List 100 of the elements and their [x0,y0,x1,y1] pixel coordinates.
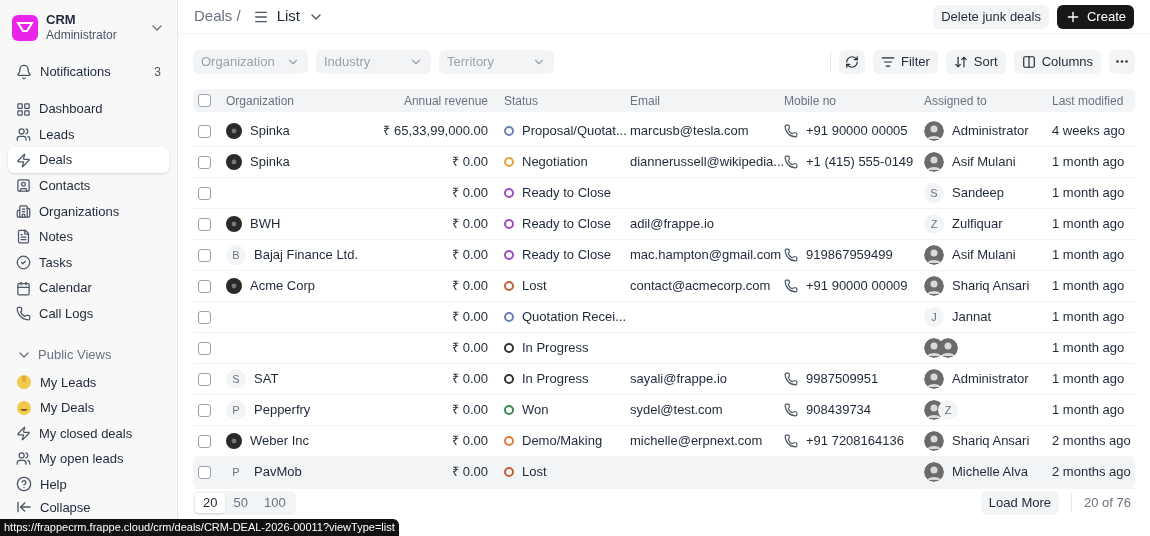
table-cell-text: Lost [522,463,547,482]
delete-junk-button[interactable]: Delete junk deals [933,4,1049,29]
page-size-option[interactable]: 100 [255,492,294,513]
checkbox[interactable] [198,434,211,448]
users-icon [16,127,31,143]
smiley-emoji-icon [16,399,32,416]
table-cell-text: Jannat [952,308,992,327]
toolbar-button[interactable]: Sort [945,49,1006,74]
table-cell-text: ₹ 0.00 [451,463,489,482]
sidebar-item[interactable]: Organizations [8,198,169,225]
checkbox[interactable] [198,279,211,293]
sidebar-item[interactable]: Calendar [8,275,169,301]
table-cell-text: Pepperfry [254,401,311,420]
refresh-button[interactable] [838,49,865,74]
checkbox[interactable] [198,248,211,262]
organization-avatar: B [226,245,246,265]
checkbox[interactable] [198,372,211,386]
checkbox[interactable] [198,217,211,231]
table-row[interactable]: BWH ₹ 0.00 Ready to Close adil@frappe.io Z Zulfiquar 1 month ago [193,209,1135,240]
toolbar-button[interactable]: Columns [1013,49,1101,74]
more-button[interactable] [1109,49,1135,74]
avatar-icon [924,462,944,482]
sidebar-item[interactable]: Dashboard [8,96,169,122]
table-cell-text: Bajaj Finance Ltd. [254,246,359,265]
create-button[interactable]: Create [1056,4,1134,29]
nav-label: Contacts [39,177,91,196]
table-cell-text: In Progress [522,370,589,389]
table-cell-text: 1 month ago [1051,401,1126,420]
load-more-button[interactable]: Load More [980,490,1059,515]
sidebar-item[interactable]: My Deals [8,395,169,421]
result-count: 20 of 76 [1084,493,1132,512]
organization-avatar: S [226,369,246,389]
checkbox[interactable] [198,341,211,355]
page-size-option[interactable]: 20 [195,492,226,513]
sidebar-item[interactable]: Help [8,471,169,497]
table-cell-text: Administrator [952,122,1029,141]
table-cell-text: Shariq Ansari [952,277,1030,296]
organization-logo-icon [226,123,242,139]
sidebar-item[interactable]: Contacts [8,173,169,199]
sidebar-item[interactable]: Collapse [8,496,169,518]
checkbox[interactable] [198,155,211,169]
view-selector[interactable]: List [276,5,301,28]
column-header[interactable]: Organization [226,91,376,110]
sidebar-item[interactable]: Deals [8,147,169,173]
table-cell-text: ₹ 0.00 [451,215,489,234]
table-row[interactable]: S SAT ₹ 0.00 In Progress sayali@frappe.io 9987509951 Administrator 1 month ago [193,364,1135,395]
nav-label: Tasks [39,253,73,272]
column-header[interactable]: Annual revenue [376,91,496,110]
more-icon [1116,60,1128,63]
table-cell-text: ₹ 0.00 [451,339,489,358]
table-row[interactable]: P PavMob ₹ 0.00 Lost Michelle Alva 2 months ago [193,457,1135,488]
table-row[interactable]: Spinka ₹ 0.00 Negotiation diannerussell@wikipedia... +1 (415) 555-0149 Asif Mulani 1 month ago [193,147,1135,178]
table-row[interactable]: Spinka ₹ 65,33,99,000.00 Proposal/Quotat... marcusb@tesla.com +91 90000 00005 Administrator 4 weeks ago [193,116,1135,147]
breadcrumb-link[interactable]: Deals / [194,5,241,28]
sidebar-item[interactable]: My closed deals [8,420,169,447]
column-header[interactable]: Status [496,91,622,110]
table-cell-text: 2 months ago [1051,432,1131,451]
column-header[interactable]: Email [622,91,776,110]
section-toggle[interactable]: Public Views [8,342,169,368]
avatar-icon [924,121,944,141]
table-row[interactable]: P Pepperfry ₹ 0.00 Won sydel@test.com 908439734 Z 1 month ago [193,395,1135,426]
table-cell-text: 1 month ago [1051,277,1126,296]
table-row[interactable]: Acme Corp ₹ 0.00 Lost contact@acmecorp.com +91 90000 00009 Shariq Ansari 1 month ago [193,271,1135,302]
table-cell-text: Administrator [952,370,1029,389]
checkbox[interactable] [198,310,211,324]
nav-label: Collapse [40,498,91,517]
users-icon [16,451,31,467]
checkbox[interactable] [198,186,211,200]
sidebar-item[interactable]: Notifications 3 [8,59,169,85]
table-cell-text: In Progress [522,339,589,358]
checkbox[interactable] [198,94,211,107]
nav-label: My closed deals [39,424,133,443]
checkbox[interactable] [198,403,211,417]
sidebar-item[interactable]: Leads [8,121,169,148]
sidebar-item[interactable]: My open leads [8,446,169,472]
table-row[interactable]: B Bajaj Finance Ltd. ₹ 0.00 Ready to Close mac.hampton@gmail.com 919867959499 Asif Mulani 1 month ago [193,240,1135,271]
table-row[interactable]: ₹ 0.00 Ready to Close S Sandeep 1 month ago [193,178,1135,209]
table-cell-text: 1 month ago [1051,184,1126,203]
table-row[interactable]: ₹ 0.00 Quotation Recei... J Jannat 1 month ago [193,302,1135,333]
column-header[interactable]: Assigned to [916,91,1044,110]
sidebar-item[interactable]: Tasks [8,249,169,276]
column-header[interactable]: Last modified [1044,91,1130,110]
phone-icon [784,124,798,138]
page-size-option[interactable]: 50 [225,492,256,513]
table-cell-text: Negotiation [522,153,588,172]
section-title: Public Views [38,346,112,365]
sidebar-item[interactable]: Notes [8,224,169,250]
table-cell-text: 919867959499 [806,246,893,265]
table-cell-text: 2 months ago [1051,463,1131,482]
sidebar-item[interactable]: Call Logs [8,300,169,327]
toolbar-button[interactable]: Filter [872,49,938,74]
avatar-icon [924,276,944,296]
table-cell-text: 1 month ago [1051,339,1126,358]
sidebar-item[interactable]: My Leads [8,369,169,396]
nav-label: My open leads [39,450,124,469]
checkbox[interactable] [198,465,211,479]
table-row[interactable]: ₹ 0.00 In Progress 1 month ago [193,333,1135,364]
table-cell-text: ₹ 0.00 [451,246,489,265]
checkbox[interactable] [198,124,211,138]
column-header[interactable]: Mobile no [776,91,916,110]
